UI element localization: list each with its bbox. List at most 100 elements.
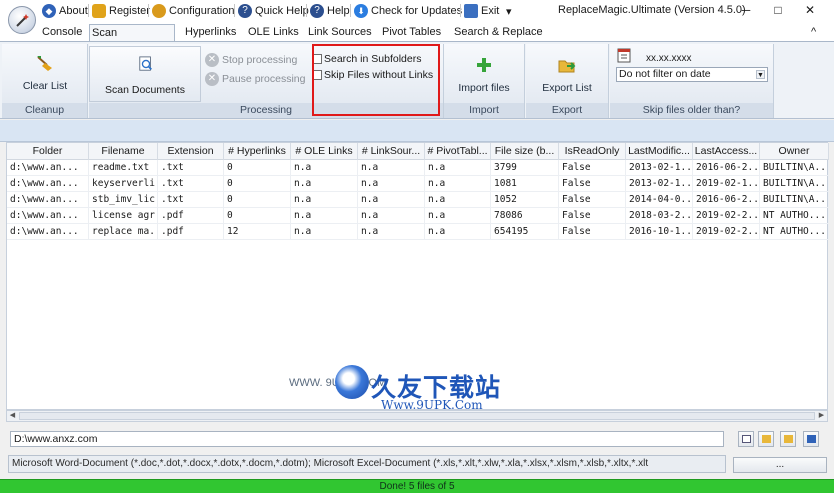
folder-path-input[interactable]: D:\www.anxz.com xyxy=(10,431,724,447)
table-cell: n.a xyxy=(425,176,491,192)
table-cell: n.a xyxy=(425,224,491,240)
table-cell: 0 xyxy=(224,208,291,224)
scroll-right-icon[interactable]: ▶ xyxy=(816,411,827,421)
copy-icon xyxy=(742,435,751,443)
table-cell: stb_imv_lic... xyxy=(89,192,158,208)
column-header[interactable]: Owner xyxy=(760,143,829,160)
help-button[interactable]: ? Help xyxy=(310,3,350,19)
browse-folder-button[interactable] xyxy=(780,431,796,447)
table-cell: d:\www.an... xyxy=(7,192,89,208)
table-cell: d:\www.an... xyxy=(7,224,89,240)
watermark-logo-icon xyxy=(335,365,369,399)
clear-list-button[interactable]: Clear List xyxy=(10,54,80,92)
table-row[interactable]: d:\www.an... readme.txt .txt 0 n.a n.a n.a 3799… xyxy=(7,160,829,176)
column-header[interactable]: LastModific... xyxy=(626,143,693,160)
status-bar: Done! 5 files of 5 xyxy=(0,479,834,493)
scroll-left-icon[interactable]: ◀ xyxy=(7,411,18,421)
table-cell: False xyxy=(559,160,626,176)
table-cell: .txt xyxy=(158,192,224,208)
exit-door-icon xyxy=(464,4,478,18)
table-cell: n.a xyxy=(291,224,358,240)
scan-documents-button[interactable]: Scan Documents xyxy=(89,46,201,102)
stop-processing-button[interactable]: ✕ Stop processing xyxy=(205,53,297,67)
configuration-button[interactable]: Configuration xyxy=(152,3,234,19)
column-header[interactable]: Extension xyxy=(158,143,224,160)
group-label: Skip files older than? xyxy=(610,103,773,118)
tab-hyperlinks[interactable]: Hyperlinks xyxy=(183,24,238,42)
copy-button[interactable] xyxy=(738,431,754,447)
export-list-button[interactable]: Export List xyxy=(530,56,604,94)
about-button[interactable]: ◆ About xyxy=(42,3,88,19)
table-cell: n.a xyxy=(291,192,358,208)
browse-filter-button[interactable]: ... xyxy=(733,457,827,473)
close-button[interactable]: ✕ xyxy=(797,1,823,19)
quick-help-button[interactable]: ? Quick Help xyxy=(238,3,309,19)
tab-scan-documents[interactable]: Scan documents xyxy=(89,24,175,55)
register-button[interactable]: Register xyxy=(92,3,150,19)
table-cell: 2019-02-2... xyxy=(693,224,760,240)
table-cell: 3799 xyxy=(491,160,559,176)
table-cell: BUILTIN\A... xyxy=(760,192,829,208)
date-label: xx.xx.xxxx xyxy=(646,53,692,64)
table-cell: NT AUTHO... xyxy=(760,224,829,240)
info-strip xyxy=(0,120,834,142)
separator xyxy=(148,4,149,17)
table-cell: 2014-04-0... xyxy=(626,192,693,208)
table-cell: False xyxy=(559,176,626,192)
table-cell: 2013-02-1... xyxy=(626,176,693,192)
results-table: Folder Filename Extension # Hyperlinks #… xyxy=(6,142,829,412)
table-cell: 2013-02-1... xyxy=(626,160,693,176)
minimize-button[interactable]: ─ xyxy=(733,1,759,19)
exit-button[interactable]: Exit xyxy=(464,3,499,19)
tab-ole-links[interactable]: OLE Links xyxy=(246,24,301,42)
column-header[interactable]: Folder xyxy=(7,143,89,160)
table-cell: False xyxy=(559,208,626,224)
column-header[interactable]: Filename xyxy=(89,143,158,160)
pause-processing-button[interactable]: ✕ Pause processing xyxy=(205,72,305,86)
table-row[interactable]: d:\www.an...keyserverli....txt0n.an.an.a… xyxy=(7,176,829,192)
table-cell: .txt xyxy=(158,160,224,176)
date-filter-dropdown[interactable]: Do not filter on date ▼ xyxy=(616,67,768,82)
ribbon-collapse-button[interactable]: ^ xyxy=(809,24,818,42)
export-button[interactable] xyxy=(803,431,819,447)
import-files-button[interactable]: Import files xyxy=(448,56,520,94)
column-header[interactable]: # LinkSour... xyxy=(358,143,425,160)
column-header[interactable]: # PivotTabl... xyxy=(425,143,491,160)
column-header[interactable]: # Hyperlinks xyxy=(224,143,291,160)
column-header[interactable]: # OLE Links xyxy=(291,143,358,160)
export-icon xyxy=(807,435,816,443)
gears-icon xyxy=(152,4,166,18)
tab-pivot-tables[interactable]: Pivot Tables xyxy=(380,24,443,42)
table-cell: license agr... xyxy=(89,208,158,224)
chevron-down-icon[interactable]: ▼ xyxy=(756,70,765,79)
open-folder-button[interactable] xyxy=(758,431,774,447)
scroll-thumb[interactable] xyxy=(19,412,815,420)
separator xyxy=(88,4,89,17)
table-cell: .pdf xyxy=(158,208,224,224)
table-cell: 2019-02-2... xyxy=(693,208,760,224)
table-row[interactable]: d:\www.an...license agr....pdf0n.an.an.a… xyxy=(7,208,829,224)
column-header[interactable]: LastAccess... xyxy=(693,143,760,160)
column-header[interactable]: File size (b... xyxy=(491,143,559,160)
app-logo[interactable] xyxy=(8,6,36,34)
quick-access-dropdown[interactable]: ▾ xyxy=(506,3,512,19)
table-cell: d:\www.an... xyxy=(7,176,89,192)
column-header[interactable]: IsReadOnly xyxy=(559,143,626,160)
file-type-filter[interactable]: Microsoft Word-Document (*.doc,*.dot,*.d… xyxy=(8,455,726,473)
question-icon: ? xyxy=(310,4,324,18)
maximize-button[interactable]: □ xyxy=(765,1,791,19)
tab-console[interactable]: Console xyxy=(40,24,84,42)
group-label: Import xyxy=(444,103,524,118)
tab-search-replace[interactable]: Search & Replace xyxy=(452,24,545,42)
table-row[interactable]: d:\www.an...stb_imv_lic....txt0n.an.an.a… xyxy=(7,192,829,208)
table-row[interactable]: d:\www.an...replace ma....pdf12n.an.an.a… xyxy=(7,224,829,240)
check-updates-button[interactable]: ⬇ Check for Updates xyxy=(354,3,462,19)
table-cell: readme.txt xyxy=(89,160,158,176)
table-cell: d:\www.an... xyxy=(7,160,89,176)
highlight-box xyxy=(312,44,440,116)
export-folder-icon xyxy=(558,60,576,73)
group-label: Cleanup xyxy=(2,103,87,118)
horizontal-scrollbar[interactable]: ◀ ▶ xyxy=(6,410,828,422)
add-file-icon xyxy=(477,58,491,72)
tab-link-sources[interactable]: Link Sources xyxy=(306,24,374,42)
